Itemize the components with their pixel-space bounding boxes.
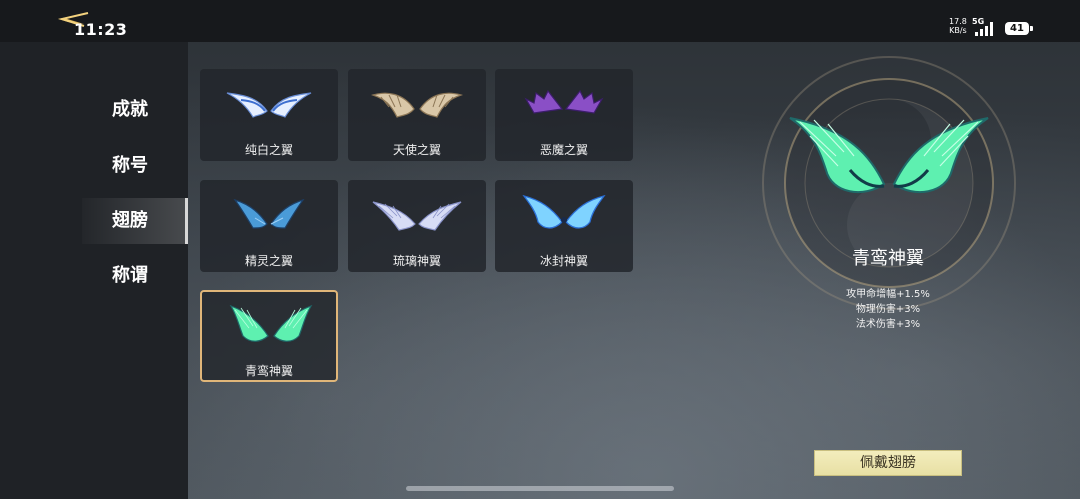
battery-level: 41 <box>1010 23 1024 34</box>
wing-card-label: 纯白之翼 <box>244 143 293 157</box>
sidebar-item-titles[interactable]: 称号 <box>82 143 188 189</box>
wing-card-label: 恶魔之翼 <box>539 143 588 157</box>
wing-card-label: 精灵之翼 <box>244 254 293 268</box>
home-indicator[interactable] <box>406 486 674 491</box>
wing-card-glaze[interactable]: 琉璃神翼 <box>348 180 486 272</box>
qingluan-wings-preview <box>789 117 989 194</box>
stat-line: 物理伤害+3% <box>855 304 921 315</box>
selected-wing-name: 青鸾神翼 <box>852 248 924 269</box>
wing-card-angel[interactable]: 天使之翼 <box>348 69 486 161</box>
battery-icon: 41 <box>1005 22 1029 35</box>
elf-wings-icon <box>233 198 305 229</box>
net-speed-value: 17.8 <box>949 17 967 26</box>
clock-time: 11:23 <box>74 20 128 39</box>
glaze-wings-icon <box>372 201 462 231</box>
sidebar-item-appellations[interactable]: 称谓 <box>82 253 188 299</box>
status-bar: 11:23 17.8 KB/s 5G 41 <box>0 0 1080 42</box>
wing-card-label: 琉璃神翼 <box>392 254 441 268</box>
stat-line: 攻甲命增幅+1.5% <box>846 289 930 300</box>
frozen-wings-icon <box>522 194 606 229</box>
battery-tip <box>1030 26 1033 31</box>
sidebar-item-wings[interactable]: 翅膀 <box>82 198 188 244</box>
net-speed: 17.8 KB/s <box>949 17 967 35</box>
wing-card-label: 青鸾神翼 <box>244 364 293 378</box>
pure-white-wings-icon <box>226 92 312 118</box>
net-speed-unit: KB/s <box>949 26 967 35</box>
sidebar-item-achievements[interactable]: 成就 <box>82 87 188 133</box>
wing-card-qingluan[interactable]: 青鸾神翼 <box>200 290 338 382</box>
wing-card-pure-white[interactable]: 纯白之翼 <box>200 69 338 161</box>
wing-card-label: 冰封神翼 <box>539 254 588 268</box>
angel-wings-icon <box>370 92 464 118</box>
stat-line: 法术伤害+3% <box>855 319 921 330</box>
equip-wings-button[interactable]: 佩戴翅膀 <box>814 450 962 476</box>
wing-card-demon[interactable]: 恶魔之翼 <box>495 69 633 161</box>
wing-card-elf[interactable]: 精灵之翼 <box>200 180 338 272</box>
wing-card-frozen[interactable]: 冰封神翼 <box>495 180 633 272</box>
qingluan-wings-icon <box>229 304 313 342</box>
signal-icon <box>975 22 993 36</box>
demon-wings-icon <box>524 89 604 114</box>
wing-card-label: 天使之翼 <box>392 143 441 157</box>
